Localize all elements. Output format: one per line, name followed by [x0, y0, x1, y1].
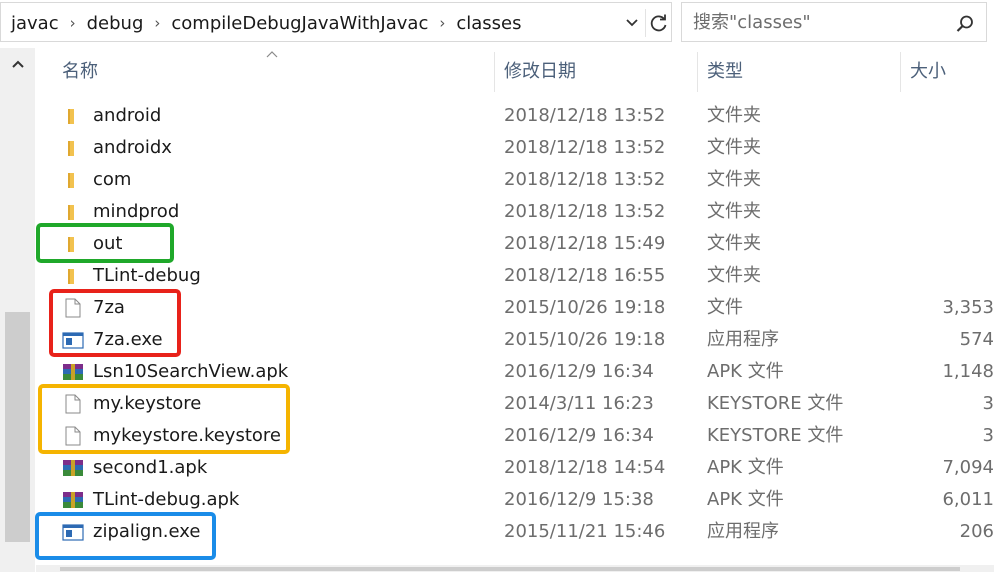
archive-icon [63, 492, 83, 508]
vertical-scrollbar[interactable] [0, 48, 35, 572]
file-type: 文件夹 [707, 233, 761, 254]
column-header: 名称 修改日期 类型 大小 [36, 48, 994, 96]
breadcrumb-separator-icon[interactable]: › [61, 14, 85, 32]
file-date: 2014/3/11 16:23 [504, 393, 654, 414]
file-type: 文件夹 [707, 169, 761, 190]
file-type: APK 文件 [707, 361, 784, 382]
scroll-up-button[interactable] [8, 54, 28, 74]
column-divider[interactable] [900, 52, 901, 92]
file-row[interactable]: second1.apk 2018/12/18 14:54 APK 文件 7,09… [36, 452, 994, 484]
chevron-up-icon [12, 60, 24, 68]
file-type: 应用程序 [707, 521, 779, 542]
file-type: 应用程序 [707, 329, 779, 350]
file-date: 2018/12/18 13:52 [504, 169, 666, 190]
file-name: com [93, 169, 132, 190]
breadcrumb-separator-icon[interactable]: › [145, 14, 169, 32]
refresh-button[interactable] [645, 9, 672, 37]
file-date: 2016/12/9 16:34 [504, 361, 654, 382]
annotation-box-blue [35, 512, 216, 560]
breadcrumb-item-javac[interactable]: javac [9, 13, 61, 34]
archive-icon [63, 460, 83, 476]
breadcrumb-separator-icon[interactable]: › [430, 14, 454, 32]
file-type: 文件夹 [707, 137, 761, 158]
chevron-down-icon [626, 19, 638, 27]
file-type: 文件夹 [707, 201, 761, 222]
file-row[interactable]: TLint-debug 2018/12/18 16:55 文件夹 [36, 260, 994, 292]
search-icon[interactable] [955, 14, 975, 34]
folder-icon [68, 173, 74, 188]
file-size: 7,094 [942, 457, 994, 478]
file-type: 文件夹 [707, 105, 761, 126]
file-size: 6,011 [942, 489, 994, 510]
folder-icon [68, 141, 74, 156]
file-date: 2018/12/18 16:55 [504, 265, 666, 286]
file-name: android [93, 105, 162, 126]
scrollbar-thumb[interactable] [5, 312, 30, 542]
file-size: 1,148 [942, 361, 994, 382]
breadcrumb-item-classes[interactable]: classes [454, 13, 523, 34]
file-size: 3 [982, 425, 994, 446]
column-divider[interactable] [494, 52, 495, 92]
annotation-box-red [49, 289, 181, 357]
file-type: KEYSTORE 文件 [707, 425, 844, 446]
file-date: 2015/11/21 15:46 [504, 521, 666, 542]
annotation-box-green [36, 223, 174, 263]
search-input[interactable]: 搜索"classes" [681, 2, 987, 42]
file-date: 2018/12/18 15:49 [504, 233, 666, 254]
folder-icon [68, 269, 74, 284]
file-name: second1.apk [93, 457, 208, 478]
archive-icon [63, 364, 83, 380]
file-date: 2016/12/9 15:38 [504, 489, 654, 510]
file-size: 574 [959, 329, 994, 350]
folder-icon [68, 109, 74, 124]
column-header-name[interactable]: 名称 [62, 48, 98, 96]
column-divider[interactable] [697, 52, 698, 92]
scrollbar-thumb[interactable] [60, 567, 960, 571]
column-header-size[interactable]: 大小 [910, 48, 946, 96]
file-size: 3,353 [942, 297, 994, 318]
history-dropdown-button[interactable] [621, 11, 643, 35]
file-type: KEYSTORE 文件 [707, 393, 844, 414]
file-date: 2016/12/9 16:34 [504, 425, 654, 446]
file-type: APK 文件 [707, 489, 784, 510]
file-row[interactable]: out 2018/12/18 15:49 文件夹 [36, 228, 994, 260]
refresh-icon [650, 14, 667, 32]
file-date: 2018/12/18 13:52 [504, 201, 666, 222]
file-size: 3 [982, 393, 994, 414]
file-row[interactable]: mindprod 2018/12/18 13:52 文件夹 [36, 196, 994, 228]
file-row[interactable]: androidx 2018/12/18 13:52 文件夹 [36, 132, 994, 164]
file-row[interactable]: com 2018/12/18 13:52 文件夹 [36, 164, 994, 196]
file-type: APK 文件 [707, 457, 784, 478]
file-size: 206 [959, 521, 994, 542]
file-date: 2018/12/18 13:52 [504, 137, 666, 158]
sort-ascending-icon [266, 51, 278, 58]
file-type: 文件 [707, 297, 743, 318]
breadcrumb: javac › debug › compileDebugJavaWithJava… [9, 3, 523, 43]
folder-icon [68, 205, 74, 220]
horizontal-scrollbar[interactable] [36, 565, 994, 572]
file-date: 2018/12/18 13:52 [504, 105, 666, 126]
file-date: 2015/10/26 19:18 [504, 297, 666, 318]
address-bar[interactable]: javac › debug › compileDebugJavaWithJava… [0, 2, 672, 42]
file-date: 2015/10/26 19:18 [504, 329, 666, 350]
breadcrumb-item-compile[interactable]: compileDebugJavaWithJavac [169, 13, 430, 34]
file-row[interactable]: android 2018/12/18 13:52 文件夹 [36, 100, 994, 132]
column-header-date[interactable]: 修改日期 [504, 48, 576, 96]
file-type: 文件夹 [707, 265, 761, 286]
search-placeholder: 搜索"classes" [693, 12, 811, 33]
file-name: TLint-debug [93, 265, 201, 286]
breadcrumb-item-debug[interactable]: debug [85, 13, 146, 34]
annotation-box-yellow [38, 384, 290, 454]
file-name: androidx [93, 137, 172, 158]
file-date: 2018/12/18 14:54 [504, 457, 666, 478]
column-header-type[interactable]: 类型 [707, 48, 743, 96]
